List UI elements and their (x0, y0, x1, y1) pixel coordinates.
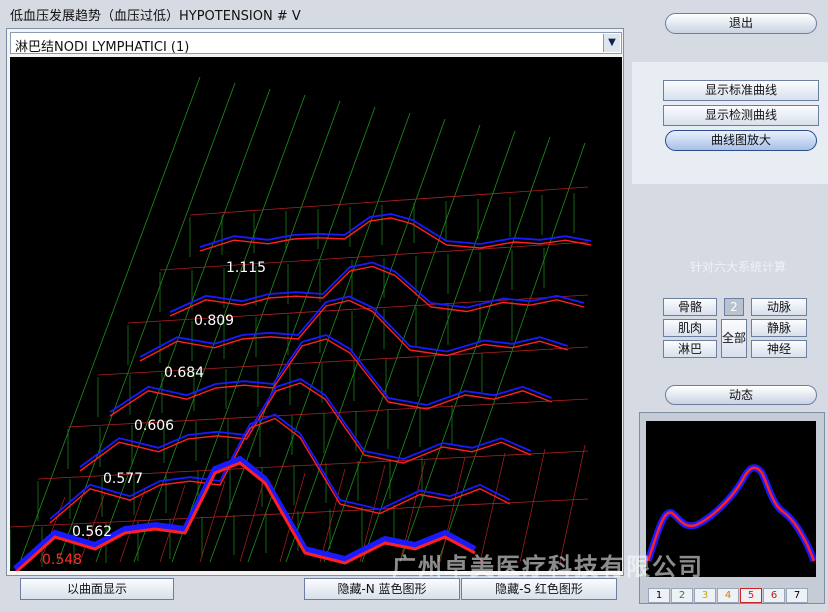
all-systems-button[interactable]: 全部 (721, 319, 747, 358)
value-label: 0.606 (134, 418, 174, 434)
value-label: 0.562 (72, 524, 112, 540)
plot-labels: 1.115 0.809 0.684 0.606 0.577 0.562 0.54… (42, 260, 266, 568)
grid-line (437, 142, 586, 563)
tab-5[interactable]: 5 (740, 588, 762, 603)
dynamic-button[interactable]: 动态 (665, 385, 817, 405)
surface-display-button[interactable]: 以曲面显示 (20, 578, 174, 600)
bottom-value-label: 0.548 (42, 552, 82, 568)
3d-curve-plot: 1.115 0.809 0.684 0.606 0.577 0.562 0.54… (9, 57, 622, 575)
zoom-curve-button[interactable]: 曲线图放大 (665, 130, 817, 151)
lymph-button[interactable]: 淋巴 (663, 340, 717, 358)
grid-line (189, 186, 589, 216)
six-systems-label: 针对六大系统计算 (690, 260, 787, 274)
company-watermark: 广州卓美医疗科技有限公司 (392, 553, 704, 581)
system-buttons-group: 骨骼 2 动脉 肌肉 全部 静脉 淋巴 神经 (658, 296, 812, 358)
artery-button[interactable]: 动脉 (751, 298, 807, 316)
nerve-button[interactable]: 神经 (751, 340, 807, 358)
chevron-down-icon[interactable]: ▼ (603, 34, 620, 52)
vein-button[interactable]: 静脉 (751, 319, 807, 337)
tab-3[interactable]: 3 (694, 588, 716, 603)
muscle-button[interactable]: 肌肉 (663, 319, 717, 337)
dropdown-selected: 淋巴结NODI LYMPHATICI (1) (15, 40, 190, 55)
red-curve (199, 217, 592, 252)
grid-line (559, 444, 586, 563)
exit-button[interactable]: 退出 (665, 13, 817, 34)
tab-6[interactable]: 6 (763, 588, 785, 603)
grid-line (159, 241, 589, 271)
tab-7[interactable]: 7 (786, 588, 808, 603)
grid-line (9, 498, 589, 528)
tab-2[interactable]: 2 (671, 588, 693, 603)
tab-1[interactable]: 1 (648, 588, 670, 603)
grid-line (19, 76, 201, 563)
main-panel: 淋巴结NODI LYMPHATICI (1) ▼ 1.115 0.809 0.6… (6, 28, 624, 576)
grid-line (479, 452, 506, 563)
plot-curves (12, 213, 592, 575)
organ-dropdown[interactable]: 淋巴结NODI LYMPHATICI (1) ▼ (10, 32, 622, 55)
bone-button[interactable]: 骨骼 (663, 298, 717, 316)
window-title: 低血压发展趋势（血压过低）HYPOTENSION # V (10, 9, 301, 24)
value-label: 1.115 (226, 260, 266, 276)
value-label: 0.684 (164, 365, 204, 381)
grid-line (319, 468, 346, 563)
plot-svg: 1.115 0.809 0.684 0.606 0.577 0.562 0.54… (9, 76, 592, 575)
value-label: 0.809 (194, 313, 234, 329)
system-count-badge: 2 (724, 298, 744, 316)
value-label: 0.577 (103, 471, 143, 487)
grid-line (323, 124, 481, 563)
show-standard-curve-button[interactable]: 显示标准曲线 (663, 80, 819, 101)
grid-line (399, 136, 551, 563)
grid-line (519, 448, 546, 563)
show-detected-curve-button[interactable]: 显示检测曲线 (663, 105, 819, 126)
page-tabs: 1234567 (648, 583, 809, 603)
tab-4[interactable]: 4 (717, 588, 739, 603)
